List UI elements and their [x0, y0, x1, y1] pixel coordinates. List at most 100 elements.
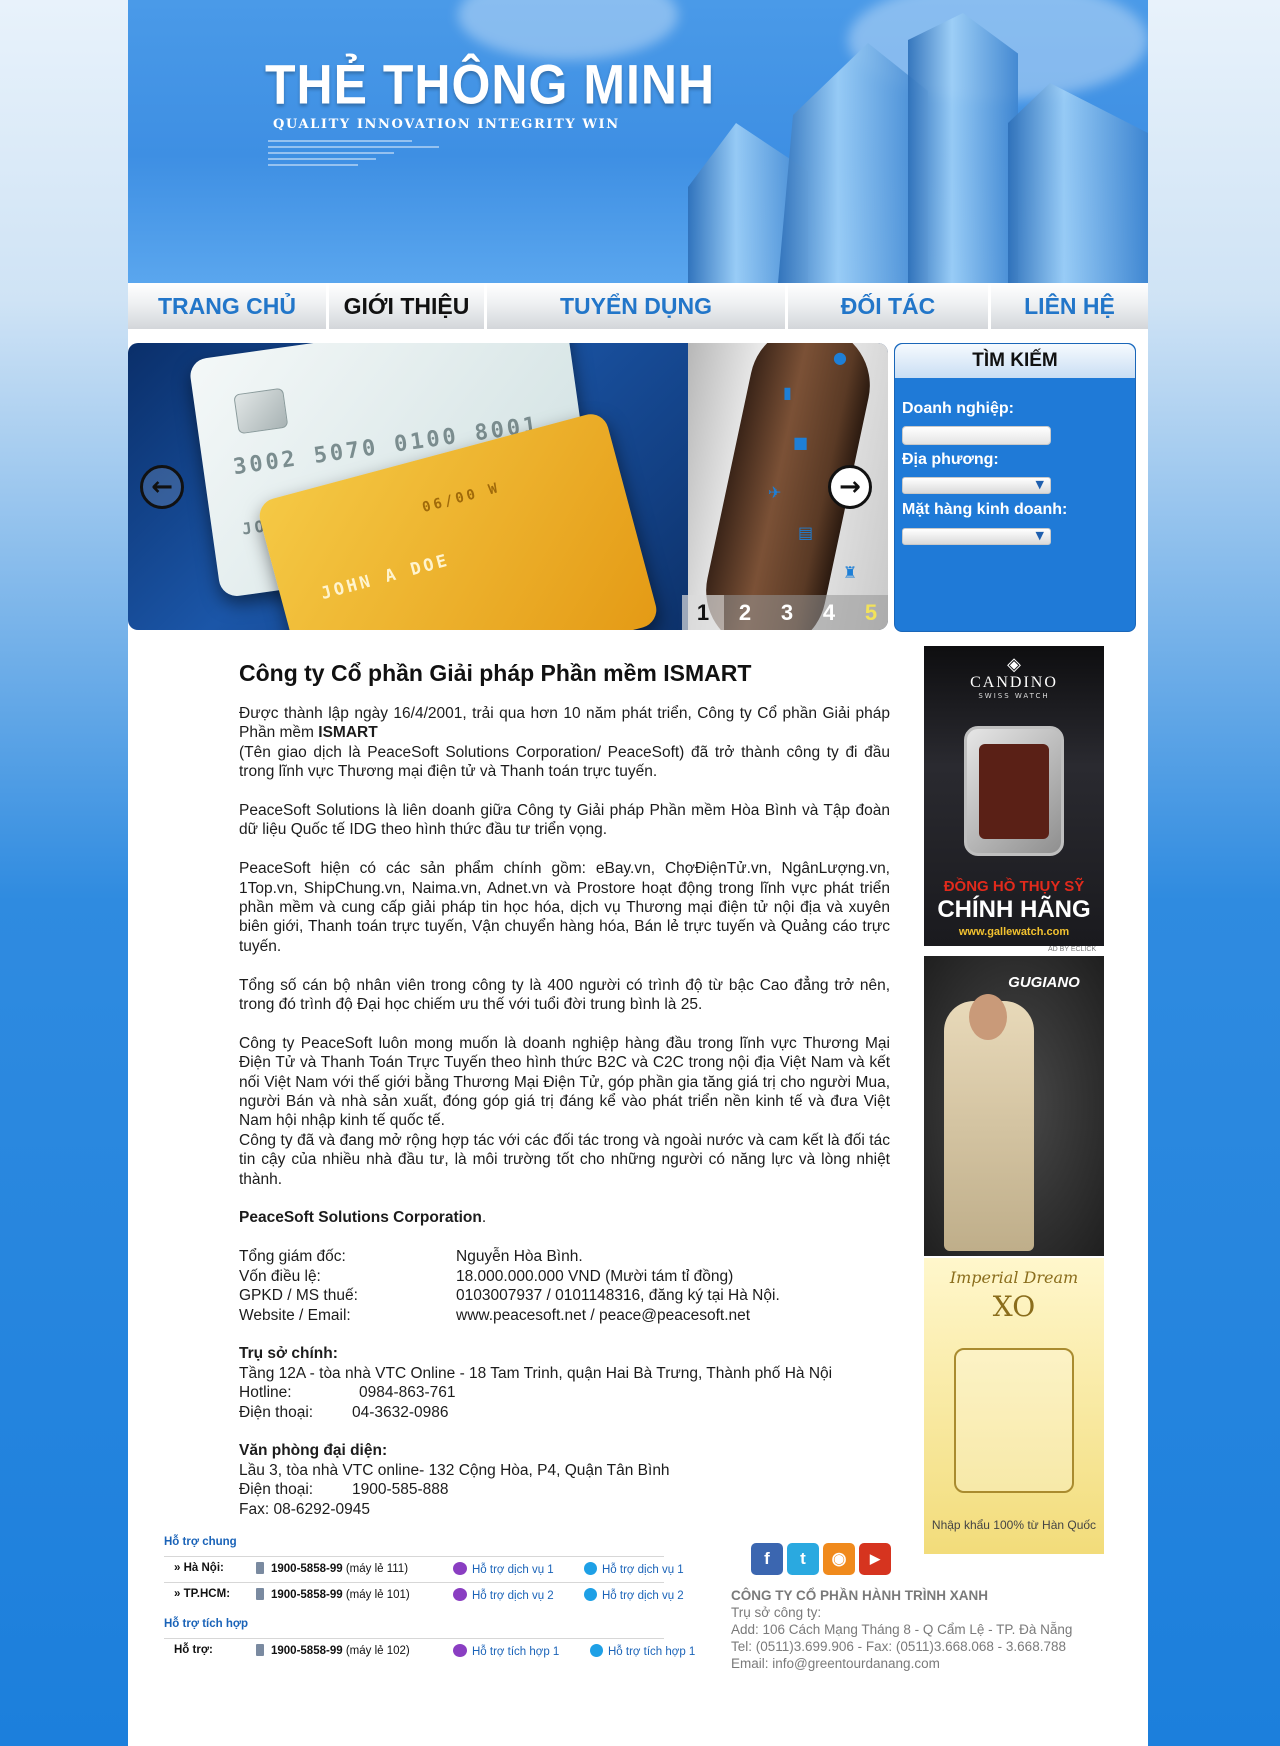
nav-item-contact[interactable]: LIÊN HỆ [991, 283, 1148, 329]
support-phone-ext: (máy lẻ 111) [345, 1563, 409, 1575]
ad-banner-xo[interactable]: Imperial Dream XO Nhập khẩu 100% từ Hàn … [924, 1258, 1104, 1554]
ad-footer-text: Nhập khẩu 100% từ Hàn Quốc [931, 1518, 1097, 1532]
info-row: Tổng giám đốc: Nguyễn Hòa Bình. [239, 1247, 890, 1266]
ad-brand: GUGIANO [1008, 974, 1080, 991]
nav-item-home[interactable]: TRANG CHỦ [128, 283, 329, 329]
support-phone-number: 1900-5858-99 [271, 1563, 343, 1575]
article-paragraph: PeaceSoft hiện có các sản phẩm chính gồm… [239, 860, 890, 955]
info-row: Vốn điều lệ: 18.000.000.000 VND (Mười tám… [239, 1267, 890, 1286]
info-value: 18.000.000.000 VND (Mười tám tỉ đồng) [456, 1267, 734, 1285]
support-phone: 1900-5858-99 (máy lẻ 111) [256, 1562, 408, 1575]
info-value: 0984-863-761 [359, 1384, 456, 1402]
company-name: CÔNG TY CỔ PHẦN HÀNH TRÌNH XANH [731, 1588, 989, 1603]
support-phone: 1900-5858-99 (máy lẻ 102) [256, 1644, 410, 1657]
info-value: 0103007937 / 0101148316, đăng ký tại Hà … [456, 1287, 780, 1305]
hq-phone: Điện thoại: 04-3632-0986 [239, 1403, 890, 1422]
info-key: Vốn điều lệ: [239, 1267, 321, 1285]
map-icon: ▮ [783, 383, 792, 402]
skype-support-link[interactable]: Hỗ trợ dịch vụ 2 [584, 1588, 684, 1602]
building-graphic [1008, 83, 1148, 283]
image-slider: 3002 5070 0100 8001 06/00 W JOHN A DOE 0… [128, 343, 888, 630]
slider-page-button[interactable]: 3 [766, 595, 808, 630]
ad-product: XO [992, 1290, 1036, 1323]
business-input[interactable] [902, 426, 1051, 445]
search-title: TÌM KIẾM [895, 344, 1135, 378]
yahoo-support-label: Hỗ trợ dịch vụ 2 [472, 1590, 554, 1602]
ad-brand: CANDINO [970, 674, 1058, 691]
twitter-icon: t [800, 1549, 806, 1568]
info-value: 04-3632-0986 [352, 1403, 449, 1421]
building-graphic [908, 13, 1018, 283]
dropdown-arrow-icon: ▼ [1035, 478, 1044, 491]
slider-page-button[interactable]: 4 [808, 595, 850, 630]
skype-support-link[interactable]: Hỗ trợ tích hợp 1 [590, 1644, 695, 1658]
slider-page-button[interactable]: 5 [850, 595, 888, 630]
article-content: Công ty Cổ phần Giải pháp Phần mềm ISMAR… [239, 660, 890, 1519]
goods-select[interactable]: ▼ [902, 528, 1051, 545]
slider-prev-button[interactable]: ← [140, 465, 184, 509]
hq-address: Tầng 12A - tòa nhà VTC Online - 18 Tam T… [239, 1364, 833, 1382]
facebook-button[interactable]: f [751, 1543, 783, 1575]
corporation-name-dot: . [481, 1209, 487, 1227]
skype-support-link[interactable]: Hỗ trợ dịch vụ 1 [584, 1562, 684, 1576]
youtube-icon: ▶ [870, 1551, 880, 1566]
shop-icon: ▤ [798, 523, 814, 542]
support-phone-ext: (máy lẻ 102) [345, 1645, 410, 1657]
phone-icon [256, 1588, 264, 1600]
locality-select[interactable]: ▼ [902, 477, 1051, 494]
support-phone-ext: (máy lẻ 101) [345, 1589, 410, 1601]
ad-brand: Imperial Dream [949, 1268, 1079, 1287]
info-key: Hotline: [239, 1384, 292, 1402]
gift-icon: ♜ [843, 563, 858, 582]
info-key: Điện thoại: [239, 1481, 314, 1499]
slider-next-button[interactable]: → [828, 465, 872, 509]
yahoo-support-link[interactable]: Hỗ trợ dịch vụ 1 [453, 1562, 554, 1576]
support-region: Hỗ trợ: [174, 1644, 213, 1656]
youtube-button[interactable]: ▶ [859, 1543, 891, 1575]
ad-banner-gugiano[interactable]: GUGIANO [924, 956, 1104, 1256]
ad-banner-candino[interactable]: ◈ CANDINO SWISS WATCH ĐỒNG HỒ THỤY SỸ CH… [924, 646, 1104, 946]
card-expiry: 06/00 W [420, 479, 502, 517]
info-key: Website / Email: [239, 1306, 351, 1324]
page-container: THẺ THÔNG MINH QUALITY INNOVATION INTEGR… [128, 0, 1148, 1746]
company-hq-label: Trụ sở công ty: [731, 1605, 822, 1620]
rss-button[interactable]: ◉ [823, 1543, 855, 1575]
corporation-name: PeaceSoft Solutions Corporation. [239, 1208, 890, 1227]
twitter-button[interactable]: t [787, 1543, 819, 1575]
support-row: Hỗ trợ: 1900-5858-99 (máy lẻ 102) Hỗ trợ… [164, 1639, 695, 1664]
skype-support-label: Hỗ trợ dịch vụ 2 [602, 1590, 684, 1602]
ad-credit: AD BY ECLICK [1048, 946, 1097, 953]
nav-item-about[interactable]: GIỚI THIỆU [329, 283, 487, 329]
info-key: Tổng giám đốc: [239, 1248, 346, 1266]
ad-headline: ĐỒNG HỒ THỤY SỸ [943, 878, 1085, 895]
main-nav: TRANG CHỦ GIỚI THIỆU TUYỂN DỤNG ĐỐI TÁC … [128, 283, 1148, 329]
yahoo-support-link[interactable]: Hỗ trợ dịch vụ 2 [453, 1588, 554, 1602]
info-key: GPKD / MS thuế: [239, 1287, 358, 1305]
dropdown-arrow-icon: ▼ [1035, 529, 1044, 542]
nav-item-careers[interactable]: TUYỂN DỤNG [487, 283, 788, 329]
article-paragraph: Được thành lập ngày 16/4/2001, trải qua … [239, 704, 890, 782]
article-title: Công ty Cổ phần Giải pháp Phần mềm ISMAR… [239, 660, 752, 686]
corporation-name-text: PeaceSoft Solutions Corporation [239, 1209, 482, 1227]
nav-item-partners[interactable]: ĐỐI TÁC [788, 283, 991, 329]
rss-icon: ◉ [831, 1549, 847, 1568]
yahoo-icon [453, 1588, 467, 1601]
company-phone: Tel: (0511)3.699.906 - Fax: (0511)3.668.… [731, 1639, 1066, 1654]
article-paragraph: PeaceSoft Solutions là liên doanh giữa C… [239, 802, 890, 839]
user-icon: ● [833, 348, 847, 367]
support-section: Hỗ trợ chung » Hà Nội: 1900-5858-99 (máy… [164, 1536, 695, 1664]
rep-office-title: Văn phòng đại diện: [239, 1442, 388, 1460]
support-phone: 1900-5858-99 (máy lẻ 101) [256, 1588, 410, 1601]
slider-page-button[interactable]: 1 [682, 595, 724, 630]
yahoo-support-link[interactable]: Hỗ trợ tích hợp 1 [453, 1644, 559, 1658]
info-value: 1900-585-888 [352, 1481, 449, 1499]
hq-title: Trụ sở chính: [239, 1345, 338, 1363]
ad-headline: CHÍNH HÃNG [937, 896, 1091, 923]
card-name: JOHN A DOE [318, 550, 452, 605]
slider-page-button[interactable]: 2 [724, 595, 766, 630]
model-head [969, 994, 1007, 1040]
support-region: » Hà Nội: [174, 1562, 224, 1574]
phone-icon [256, 1562, 264, 1574]
yahoo-icon [453, 1644, 467, 1657]
diamond-logo-icon: ◈ [1007, 654, 1021, 675]
